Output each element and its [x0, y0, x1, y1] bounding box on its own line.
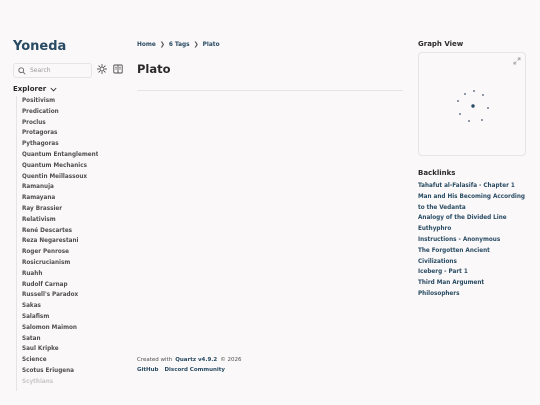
breadcrumb-tags[interactable]: 6 Tags — [169, 42, 190, 48]
breadcrumb-separator: ❯ — [193, 41, 199, 48]
explorer-title: Explorer — [13, 85, 47, 93]
backlink-item[interactable]: Iceberg - Part 1 — [418, 267, 528, 278]
site-title[interactable]: Yoneda — [13, 39, 66, 54]
graph-view[interactable] — [418, 52, 526, 156]
footer-github-link[interactable]: GitHub — [137, 367, 158, 373]
explorer-toggle[interactable]: Explorer — [13, 85, 57, 93]
explorer-item[interactable]: Predication — [22, 107, 98, 118]
explorer-item[interactable]: Salomon Maimon — [22, 323, 98, 334]
breadcrumb-home[interactable]: Home — [137, 42, 156, 48]
backlinks-list: Tahafut al-Falasifa - Chapter 1 Man and H… — [418, 181, 528, 300]
explorer-item[interactable]: Saul Kripke — [22, 344, 98, 355]
search-input[interactable]: Search — [13, 63, 92, 78]
page-title: Plato — [137, 62, 171, 76]
graph-node — [481, 119, 483, 121]
footer-year: © 2026 — [220, 357, 242, 363]
breadcrumb-separator: ❯ — [159, 41, 165, 48]
backlink-item[interactable]: Analogy of the Divided Line — [418, 213, 528, 224]
expand-icon[interactable] — [513, 57, 521, 65]
chevron-down-icon — [50, 87, 57, 91]
backlinks-title: Backlinks — [418, 169, 456, 177]
explorer-item[interactable]: Protagoras — [22, 128, 98, 139]
explorer-item[interactable]: Reza Negarestani — [22, 236, 98, 247]
explorer-item[interactable]: Rosicrucianism — [22, 258, 98, 269]
explorer-list: Positivism Predication Proclus Protagoras Py… — [16, 96, 98, 391]
graph-node — [487, 107, 489, 109]
breadcrumb-current: Plato — [202, 41, 220, 48]
graph-node — [473, 90, 475, 92]
explorer-item[interactable]: Satan — [22, 334, 98, 345]
explorer-item[interactable]: Sakas — [22, 301, 98, 312]
explorer-item[interactable]: Roger Penrose — [22, 247, 98, 258]
breadcrumb: Home ❯ 6 Tags ❯ Plato — [137, 41, 220, 48]
backlink-item[interactable]: Philosophers — [418, 289, 528, 300]
explorer-item[interactable]: Quentin Meillassoux — [22, 172, 98, 183]
sun-icon[interactable] — [97, 64, 107, 74]
reader-mode-icon[interactable] — [113, 64, 123, 74]
explorer-item[interactable]: Ramayana — [22, 193, 98, 204]
backlink-item[interactable]: Instructions - Anonymous — [418, 235, 528, 246]
graph-node — [464, 93, 466, 95]
backlink-item[interactable]: Man and His Becoming According to the Ve… — [418, 192, 528, 214]
backlink-item[interactable]: Third Man Argument — [418, 278, 528, 289]
explorer-item[interactable]: Rudolf Carnap — [22, 280, 98, 291]
search-icon — [18, 66, 26, 75]
footer-quartz-link[interactable]: Quartz v4.9.2 — [175, 357, 217, 363]
footer: Created with Quartz v4.9.2 © 2026 GitHub… — [137, 357, 241, 373]
explorer-item[interactable]: Relativism — [22, 215, 98, 226]
search-placeholder: Search — [30, 67, 51, 74]
content-divider — [137, 90, 403, 91]
explorer-item[interactable]: Ramanuja — [22, 182, 98, 193]
graph-node — [471, 104, 475, 108]
graph-node — [468, 120, 470, 122]
explorer-item[interactable]: Scotus Eriugena — [22, 366, 98, 377]
explorer-item[interactable]: Scythians — [22, 377, 98, 388]
explorer-item[interactable]: Ruahh — [22, 269, 98, 280]
explorer-item[interactable]: Pythagoras — [22, 139, 98, 150]
graph-node — [459, 113, 461, 115]
footer-created-with: Created with — [137, 357, 173, 363]
graph-canvas[interactable] — [419, 53, 527, 157]
explorer-item[interactable]: Ray Brassier — [22, 204, 98, 215]
backlink-item[interactable]: Euthyphro — [418, 224, 528, 235]
explorer-item[interactable]: Proclus — [22, 118, 98, 129]
graph-node — [457, 100, 459, 102]
explorer-item[interactable]: René Descartes — [22, 226, 98, 237]
explorer-item[interactable]: Russell's Paradox — [22, 290, 98, 301]
explorer-item[interactable]: Salafism — [22, 312, 98, 323]
explorer-item[interactable]: Science — [22, 355, 98, 366]
backlink-item[interactable]: Tahafut al-Falasifa - Chapter 1 — [418, 181, 528, 192]
footer-discord-link[interactable]: Discord Community — [164, 367, 225, 373]
backlink-item[interactable]: The Forgotten Ancient Civilizations — [418, 246, 528, 268]
graph-node — [482, 94, 484, 96]
graph-view-title: Graph View — [418, 40, 464, 48]
explorer-item[interactable]: Quantum Mechanics — [22, 161, 98, 172]
explorer-item[interactable]: Positivism — [22, 96, 98, 107]
explorer-item[interactable]: Quantum Entanglement — [22, 150, 98, 161]
